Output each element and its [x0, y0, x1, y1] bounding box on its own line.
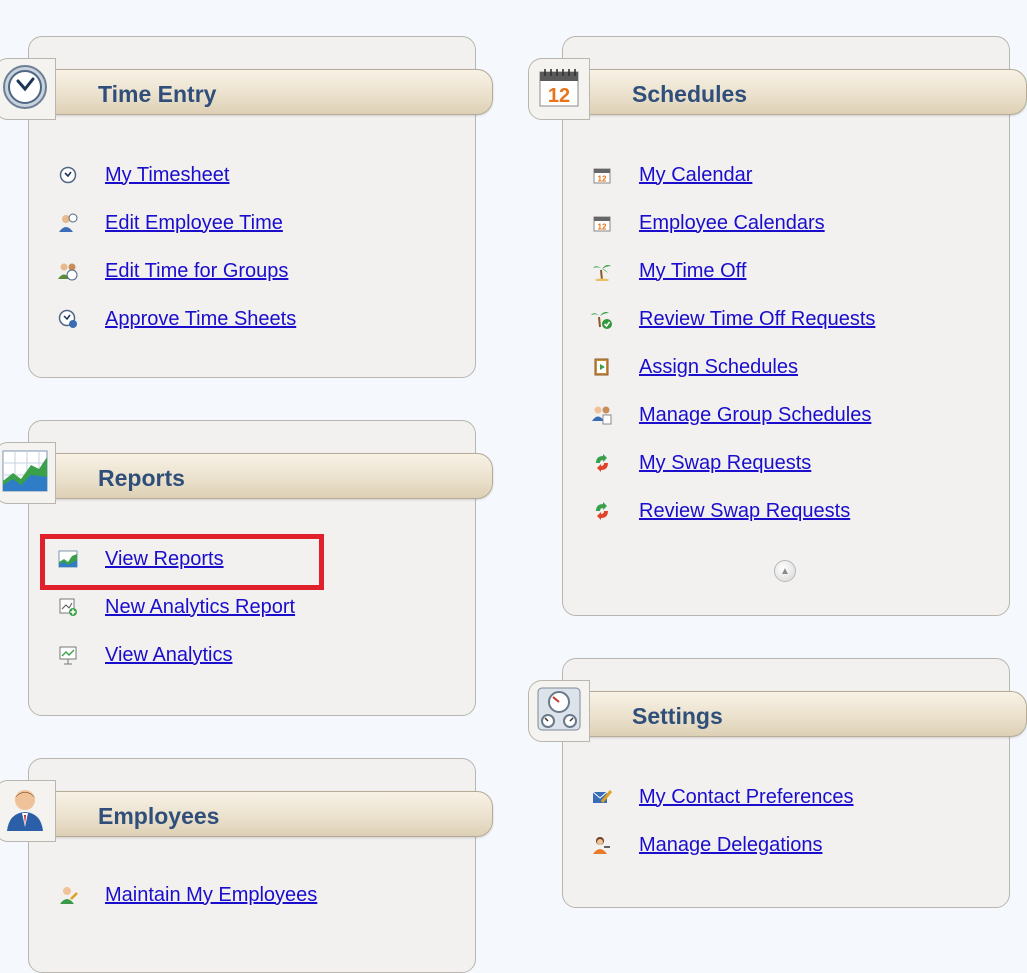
calendar-icon: 12 [591, 212, 613, 234]
employee-edit-icon [57, 884, 79, 906]
my-timesheet-link[interactable]: My Timesheet [105, 164, 229, 187]
link-row-edit-time-for-groups: Edit Time for Groups [57, 247, 296, 295]
settings-title: Settings [632, 703, 723, 729]
link-row-my-calendar: 12 My Calendar [591, 151, 875, 199]
link-row-my-timesheet: My Timesheet [57, 151, 296, 199]
edit-time-for-groups-link[interactable]: Edit Time for Groups [105, 260, 288, 283]
my-time-off-link[interactable]: My Time Off [639, 260, 746, 283]
clock-icon [57, 164, 79, 186]
link-row-maintain-my-employees: Maintain My Employees [57, 871, 317, 919]
clock-icon [1, 63, 49, 116]
my-calendar-link[interactable]: My Calendar [639, 164, 752, 187]
link-row-manage-group-schedules: Manage Group Schedules [591, 391, 875, 439]
settings-links: My Contact Preferences Manage Delegation… [591, 773, 854, 869]
link-row-manage-delegations: Manage Delegations [591, 821, 854, 869]
link-row-employee-calendars: 12 Employee Calendars [591, 199, 875, 247]
link-row-assign-schedules: Assign Schedules [591, 343, 875, 391]
review-swap-requests-link[interactable]: Review Swap Requests [639, 500, 850, 523]
time-entry-title: Time Entry [98, 81, 217, 107]
link-row-my-swap-requests: My Swap Requests [591, 439, 875, 487]
review-time-off-requests-link[interactable]: Review Time Off Requests [639, 308, 875, 331]
palm-tree-check-icon [591, 308, 613, 330]
link-row-view-analytics: View Analytics [57, 631, 295, 679]
new-analytics-report-link[interactable]: New Analytics Report [105, 596, 295, 619]
employees-title: Employees [98, 803, 220, 829]
link-row-my-contact-preferences: My Contact Preferences [591, 773, 854, 821]
calendar-icon: 12 [591, 164, 613, 186]
group-clock-icon [57, 260, 79, 282]
employees-links: Maintain My Employees [57, 871, 317, 919]
link-row-new-analytics-report: New Analytics Report [57, 583, 295, 631]
reports-badge [0, 442, 56, 504]
settings-header: Settings [528, 680, 1027, 742]
gauges-icon [536, 686, 582, 737]
assign-schedules-link[interactable]: Assign Schedules [639, 356, 798, 379]
time-entry-header: Time Entry [0, 58, 493, 120]
settings-badge [528, 680, 590, 742]
schedules-panel: 12 Schedules 12 My Calendar 12 Employee … [528, 36, 1027, 616]
view-analytics-link[interactable]: View Analytics [105, 644, 232, 667]
analytics-board-icon [57, 644, 79, 666]
collapse-up-button[interactable]: ▲ [774, 560, 796, 582]
employee-icon [1, 785, 49, 838]
link-row-review-time-off-requests: Review Time Off Requests [591, 295, 875, 343]
palm-tree-icon [591, 260, 613, 282]
link-row-approve-time-sheets: Approve Time Sheets [57, 295, 296, 343]
employees-header: Employees [0, 780, 493, 842]
schedules-badge: 12 [528, 58, 590, 120]
time-entry-panel: Time Entry My Timesheet Edit Employee Ti… [0, 36, 493, 378]
manage-delegations-link[interactable]: Manage Delegations [639, 834, 822, 857]
new-analytics-icon [57, 596, 79, 618]
employee-calendars-link[interactable]: Employee Calendars [639, 212, 825, 235]
view-reports-highlight [40, 534, 324, 590]
assign-schedule-icon [591, 356, 613, 378]
schedules-links: 12 My Calendar 12 Employee Calendars My … [591, 151, 875, 535]
approve-time-sheets-link[interactable]: Approve Time Sheets [105, 308, 296, 331]
calendar-number: 12 [548, 85, 570, 107]
reports-header: Reports [0, 442, 493, 504]
link-row-review-swap-requests: Review Swap Requests [591, 487, 875, 535]
schedules-title: Schedules [632, 81, 748, 107]
svg-text:12: 12 [598, 223, 607, 232]
schedules-header: 12 Schedules [528, 58, 1027, 120]
delegation-icon [591, 834, 613, 856]
group-schedule-icon [591, 404, 613, 426]
my-swap-requests-link[interactable]: My Swap Requests [639, 452, 811, 475]
reports-title: Reports [98, 465, 185, 491]
employees-panel: Employees Maintain My Employees [0, 758, 493, 973]
link-row-edit-employee-time: Edit Employee Time [57, 199, 296, 247]
time-entry-links: My Timesheet Edit Employee Time Edit Tim… [57, 151, 296, 343]
my-contact-preferences-link[interactable]: My Contact Preferences [639, 786, 854, 809]
settings-panel: Settings My Contact Preferences Manage D… [528, 658, 1027, 908]
contact-edit-icon [591, 786, 613, 808]
calendar-icon: 12 [536, 64, 582, 115]
manage-group-schedules-link[interactable]: Manage Group Schedules [639, 404, 871, 427]
employees-badge [0, 780, 56, 842]
swap-icon [591, 500, 613, 522]
maintain-my-employees-link[interactable]: Maintain My Employees [105, 884, 317, 907]
edit-employee-time-link[interactable]: Edit Employee Time [105, 212, 283, 235]
link-row-my-time-off: My Time Off [591, 247, 875, 295]
employee-clock-icon [57, 212, 79, 234]
chevron-up-icon: ▲ [780, 565, 790, 577]
approve-clock-icon [57, 308, 79, 330]
swap-icon [591, 452, 613, 474]
time-entry-badge [0, 58, 56, 120]
chart-icon [1, 447, 49, 500]
svg-text:12: 12 [598, 175, 607, 184]
